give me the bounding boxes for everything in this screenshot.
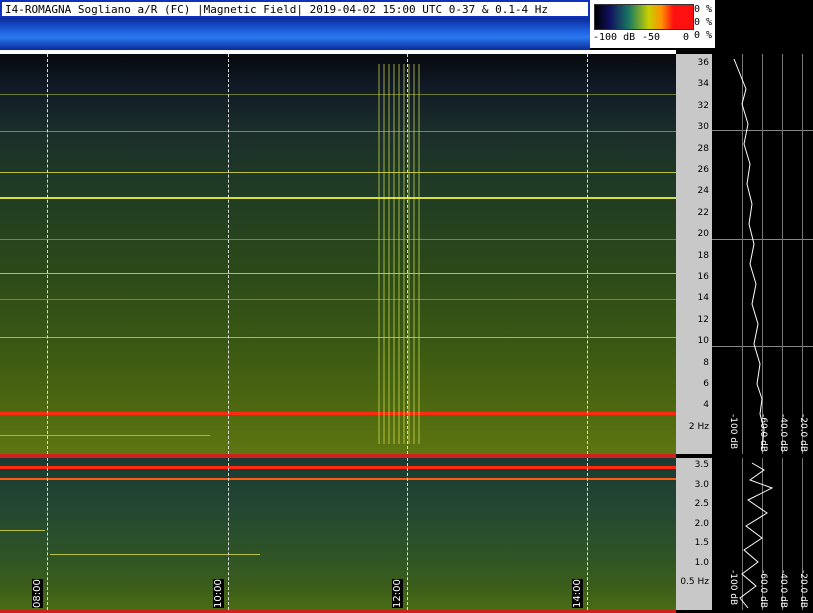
freq-tick-label: 20 [697,229,709,240]
time-label: 08:00 [32,579,43,608]
station-title-bar: I4-ROMAGNA Sogliano a/R (FC) |Magnetic F… [0,0,590,18]
colorbar-mid-label: -50 [642,32,661,43]
spectral-line [0,94,676,95]
freq-tick-label: 26 [697,165,709,175]
interference-burst [378,64,420,444]
spectrogram-top [0,54,676,454]
freq-tick-label: 1.5 [694,538,709,548]
schumann-red-line [0,412,676,415]
freq-tick-label: 2.5 [694,499,709,509]
pct-label-2: 0 % [694,17,713,28]
profile-db-label: -20.0 dB [798,570,808,609]
freq-tick-label: 2.0 [694,518,709,529]
colorbar [594,4,694,30]
spectral-line [0,435,210,436]
profile-db-label: -40.0 dB [778,570,788,609]
freq-tick-label: 3.5 [694,460,709,470]
spectral-line [0,299,676,300]
spectral-line [0,239,676,240]
freq-tick-label: 36 [697,58,709,68]
profile-db-label: -100 dB [728,570,738,606]
freq-tick-label: 34 [697,79,709,90]
profile-db-label: -60.0 dB [758,414,768,453]
spectrum-profile-top: -100 dB -60.0 dB -40.0 dB -20.0 dB [712,54,813,454]
spectral-line [0,197,676,199]
freq-tick-label: 14 [697,293,709,304]
spectral-line [0,273,676,274]
frequency-axis-top: 36 34 32 30 28 26 24 22 20 18 16 14 12 10 8 6 4 2 Hz [676,54,712,454]
pulsation-red-band [0,478,676,480]
time-label: 14:00 [572,579,583,608]
time-gridline [47,458,48,610]
pct-label-3: 0 % [694,30,713,41]
freq-tick-label: 1.0 [694,557,709,568]
frequency-axis-bottom: 3.5 3.0 2.5 2.0 1.5 1.0 0.5 Hz [676,458,712,610]
freq-tick-label: 16 [697,272,709,282]
freq-tick-label: 32 [697,100,709,111]
freq-tick-label: 0.5 Hz [680,577,709,587]
station-title: I4-ROMAGNA Sogliano a/R (FC) |Magnetic F… [5,3,549,16]
time-gridline [47,54,48,454]
spectral-line [0,131,676,132]
time-gridline [587,458,588,610]
freq-tick-label: 22 [697,207,709,218]
time-label: 12:00 [392,579,403,608]
profile-db-label: -40.0 dB [778,414,788,453]
freq-tick-label: 18 [697,250,709,261]
freq-tick-label: 4 [703,400,709,411]
time-gridline [407,54,408,454]
profile-db-label: -20.0 dB [798,414,808,453]
spectral-line [0,337,676,338]
freq-tick-label: 10 [697,336,709,347]
time-label: 10:00 [213,579,224,608]
time-gridline [228,458,229,610]
spectral-line [0,172,676,173]
freq-tick-label: 2 Hz [688,421,709,432]
spectral-line [0,530,45,531]
freq-tick-label: 24 [697,186,709,197]
amplitude-strip [0,18,590,50]
profile-db-label: -60.0 dB [758,570,768,609]
freq-tick-label: 8 [703,357,709,368]
pct-label-1: 0 % [694,4,713,15]
spectrum-profile-bottom: -100 dB -60.0 dB -40.0 dB -20.0 dB [712,458,813,610]
freq-tick-label: 6 [703,379,709,389]
colorbar-max-label: 0 [683,32,690,43]
pulsation-red-band [0,466,676,469]
colorbar-panel: -100 dB -50 0 0 % 0 % 0 % [590,0,715,48]
spectrogram-bottom: 08:00 10:00 12:00 14:00 [0,458,676,610]
freq-tick-label: 3.0 [694,479,709,490]
time-gridline [228,54,229,454]
freq-tick-label: 28 [697,143,709,154]
profile-trace-top [733,58,765,450]
time-gridline [407,458,408,610]
time-gridline [587,54,588,454]
profile-db-label: -100 dB [728,414,738,450]
freq-tick-label: 30 [697,122,709,133]
freq-tick-label: 12 [697,314,709,325]
colorbar-min-label: -100 dB [593,32,636,43]
